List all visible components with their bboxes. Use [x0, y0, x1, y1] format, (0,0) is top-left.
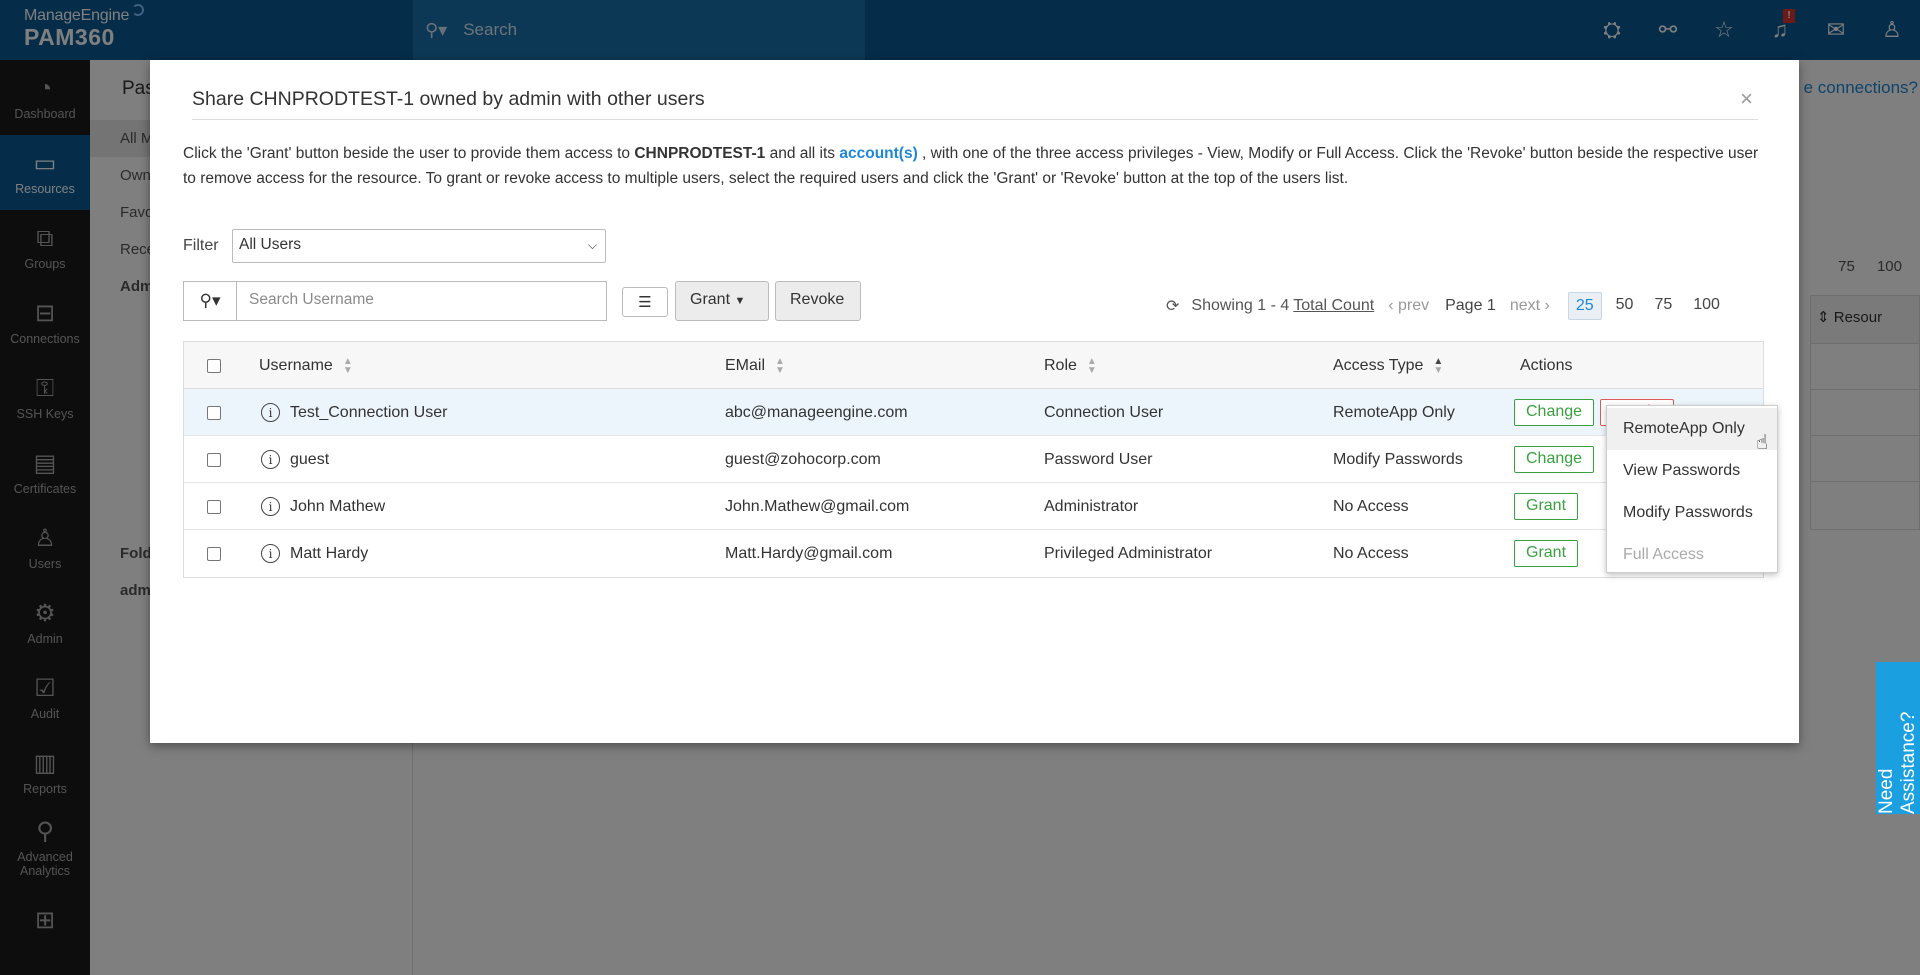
access-type: No Access	[1333, 544, 1409, 562]
search-icon: ⚲▾	[199, 291, 221, 310]
row-checkbox[interactable]	[207, 499, 221, 514]
table-row[interactable]: i guest guest@zohocorp.com Password User Mod…	[184, 436, 1763, 483]
grant-row-button[interactable]: Grant	[1514, 540, 1579, 567]
row-checkbox[interactable]	[207, 405, 221, 420]
filter-label: Filter	[183, 237, 219, 254]
need-assistance-button[interactable]: Need Assistance?	[1876, 662, 1920, 814]
next-button[interactable]: next ›	[1510, 297, 1550, 315]
col-access-type[interactable]: Access Type ▲ ▼	[1333, 342, 1443, 389]
dialog-title: Share CHNPRODTEST-1 owned by admin with …	[192, 88, 705, 110]
select-all-checkbox[interactable]	[207, 358, 221, 373]
sort-icon: ▲ ▼	[1433, 355, 1444, 376]
username: Matt Hardy	[290, 544, 369, 562]
info-icon[interactable]: i	[261, 450, 280, 469]
resource-name: CHNPRODTEST-1	[634, 145, 766, 162]
access-type: Modify Passwords	[1333, 450, 1463, 468]
option-full-access: Full Access	[1623, 546, 1704, 563]
col-email[interactable]: EMail ▲ ▼	[725, 342, 785, 389]
change-row-button[interactable]: Change	[1514, 399, 1595, 426]
showing-text: Showing 1 - 4	[1191, 297, 1290, 314]
filter-select[interactable]: All Users ⌵	[232, 229, 606, 263]
list-view-button[interactable]: ☰	[622, 287, 668, 317]
email: abc@manageengine.com	[725, 403, 908, 421]
dialog-description: Click the 'Grant' button beside the user…	[183, 145, 1759, 187]
access-type: RemoteApp Only	[1333, 403, 1455, 421]
close-icon[interactable]: ×	[1740, 86, 1753, 112]
username: Test_Connection User	[290, 403, 448, 421]
role: Privileged Administrator	[1044, 544, 1213, 562]
email: John.Mathew@gmail.com	[725, 497, 910, 515]
sort-icon: ▲ ▼	[1086, 355, 1097, 376]
hand-cursor-icon: ☝	[1756, 432, 1769, 454]
role: Password User	[1044, 450, 1153, 468]
divider	[192, 119, 1758, 120]
refresh-icon[interactable]: ⟳	[1166, 296, 1179, 316]
access-type: No Access	[1333, 497, 1409, 515]
col-actions: Actions	[1520, 356, 1573, 374]
accounts-link[interactable]: account(s)	[839, 145, 917, 162]
chevron-down-icon: ⌵	[587, 238, 597, 252]
page-size-option[interactable]: 100	[1686, 292, 1727, 320]
prev-button[interactable]: ‹ prev	[1388, 297, 1429, 315]
username: guest	[290, 450, 330, 468]
page-number: Page 1	[1445, 297, 1496, 314]
search-options-button[interactable]: ⚲▾	[183, 281, 236, 321]
search-username-input[interactable]: Search Username	[236, 281, 607, 321]
info-icon[interactable]: i	[261, 403, 280, 422]
sort-icon: ▲ ▼	[342, 355, 353, 376]
row-checkbox[interactable]	[207, 452, 221, 467]
role: Administrator	[1044, 497, 1139, 515]
info-icon[interactable]: i	[261, 544, 280, 563]
email: Matt.Hardy@gmail.com	[725, 544, 893, 562]
table-row[interactable]: i Test_Connection User abc@manageengine.co…	[184, 389, 1763, 436]
page-size-option[interactable]: 50	[1609, 292, 1641, 320]
access-type-dropdown: RemoteApp Only View Passwords Modify Pas…	[1606, 405, 1778, 573]
info-icon[interactable]: i	[261, 497, 280, 516]
page-size-option[interactable]: 25	[1567, 292, 1602, 320]
revoke-button[interactable]: Revoke	[775, 281, 861, 321]
grant-button[interactable]: Grant ▼	[675, 281, 769, 321]
grant-row-button[interactable]: Grant	[1514, 493, 1579, 520]
page-size-option[interactable]: 75	[1647, 292, 1679, 320]
table-header: Username ▲ ▼ EMail ▲ ▼ Role ▲ ▼ Access Type ▲ ▼ …	[184, 342, 1763, 389]
caret-down-icon: ▼	[734, 295, 746, 307]
option-view-passwords[interactable]: View Passwords	[1607, 450, 1777, 492]
option-modify-passwords[interactable]: Modify Passwords	[1607, 492, 1777, 534]
change-row-button[interactable]: Change	[1514, 446, 1595, 473]
total-count-link[interactable]: Total Count	[1293, 297, 1374, 315]
col-role[interactable]: Role ▲ ▼	[1044, 342, 1097, 389]
table-row[interactable]: i Matt Hardy Matt.Hardy@gmail.com Privilege…	[184, 530, 1763, 577]
email: guest@zohocorp.com	[725, 450, 881, 468]
role: Connection User	[1044, 403, 1164, 421]
sort-icon: ▲ ▼	[775, 355, 785, 376]
page-sizes: 25 50 75 100	[1567, 292, 1734, 320]
col-username[interactable]: Username ▲ ▼	[259, 342, 353, 389]
users-table: Username ▲ ▼ EMail ▲ ▼ Role ▲ ▼ Access Type ▲ ▼ …	[183, 341, 1764, 578]
table-row[interactable]: i John Mathew John.Mathew@gmail.com Adminis…	[184, 483, 1763, 530]
row-checkbox[interactable]	[207, 546, 221, 561]
option-remoteapp-only[interactable]: RemoteApp Only	[1607, 408, 1777, 450]
pagination: ⟳ Showing 1 - 4 Total Count ‹ prev Page …	[1166, 291, 1734, 321]
share-dialog: Share CHNPRODTEST-1 owned by admin with …	[150, 60, 1799, 743]
username: John Mathew	[290, 497, 386, 515]
list-icon: ☰	[638, 294, 652, 311]
